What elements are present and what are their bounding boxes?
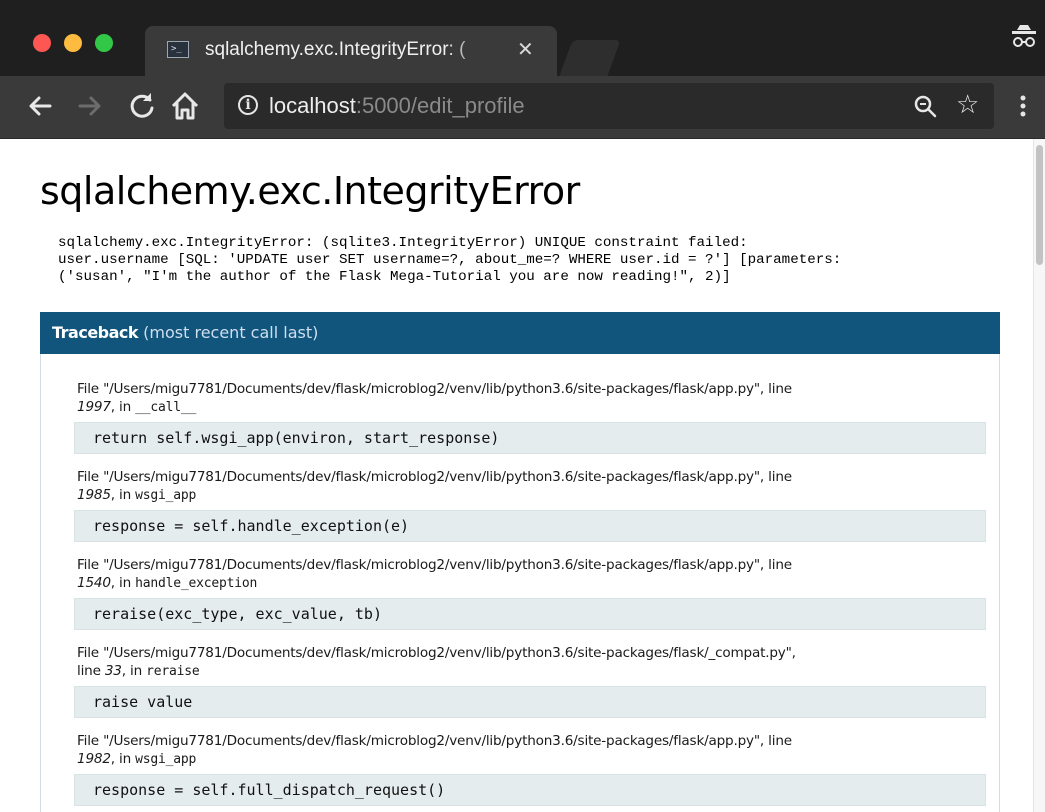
site-info-icon[interactable]: i [238, 95, 258, 115]
frame-file: File "/Users/migu7781/Documents/dev/flas… [77, 469, 792, 485]
zoom-magnifier-icon[interactable] [912, 93, 938, 119]
window-close-button[interactable] [33, 34, 51, 52]
frame-line-number: 1540 [77, 575, 111, 591]
frame-function: handle_exception [135, 576, 258, 591]
frame-function: wsgi_app [135, 752, 197, 767]
new-tab-button[interactable] [559, 40, 621, 76]
browser-tab-strip: >_ sqlalchemy.exc.IntegrityError: ( ✕ [0, 0, 1045, 76]
frame-location: File "/Users/migu7781/Documents/dev/flas… [77, 468, 957, 505]
frame-in-text: , in [110, 399, 136, 415]
frame-line-number: 1997 [77, 399, 111, 415]
bookmark-star-icon[interactable]: ☆ [956, 89, 979, 120]
back-arrow-icon[interactable] [22, 88, 58, 124]
error-message: sqlalchemy.exc.IntegrityError: (sqlite3.… [58, 235, 842, 285]
browser-tab-active[interactable]: >_ sqlalchemy.exc.IntegrityError: ( ✕ [145, 26, 557, 76]
frame-function: reraise [146, 664, 200, 679]
frame-location: File "/Users/migu7781/Documents/dev/flas… [77, 644, 957, 681]
frame-in-text: , in [121, 663, 147, 679]
frame-function: wsgi_app [135, 488, 197, 503]
traceback-header: Traceback (most recent call last) [40, 312, 1000, 354]
frame-file: File "/Users/migu7781/Documents/dev/flas… [77, 557, 792, 573]
browser-toolbar: i localhost:5000/edit_profile ☆ [0, 76, 1045, 139]
frame-code-line[interactable]: response = self.handle_exception(e) [74, 510, 986, 542]
url-text[interactable]: localhost:5000/edit_profile [269, 93, 525, 119]
page-scrollbar[interactable] [1033, 139, 1045, 812]
traceback-header-subtitle: (most recent call last) [143, 323, 319, 342]
url-path: :5000/edit_profile [355, 93, 525, 118]
page-content: sqlalchemy.exc.IntegrityError sqlalchemy… [8, 139, 1033, 812]
frame-location: File "/Users/migu7781/Documents/dev/flas… [77, 380, 957, 417]
tab-close-button[interactable]: ✕ [517, 37, 534, 62]
window-minimize-button[interactable] [64, 34, 82, 52]
frame-function: __call__ [135, 400, 197, 415]
traceback-frames: File "/Users/migu7781/Documents/dev/flas… [40, 354, 1000, 812]
frame-file: File "/Users/migu7781/Documents/dev/flas… [77, 733, 792, 749]
frame-line-prefix: line [77, 663, 105, 679]
reload-icon[interactable] [124, 88, 160, 124]
kebab-menu-icon[interactable] [1008, 88, 1038, 124]
frame-code-line[interactable]: raise value [74, 686, 986, 718]
frame-in-text: , in [110, 487, 136, 503]
frame-in-text: , in [110, 751, 136, 767]
frame-location: File "/Users/migu7781/Documents/dev/flas… [77, 732, 957, 769]
traceback-header-title: Traceback [52, 323, 139, 342]
frame-line-number: 1982 [77, 751, 111, 767]
frame-code-line[interactable]: reraise(exc_type, exc_value, tb) [74, 598, 986, 630]
terminal-favicon-icon: >_ [167, 41, 189, 58]
frame-file: File "/Users/migu7781/Documents/dev/flas… [77, 381, 792, 397]
home-icon[interactable] [167, 88, 203, 124]
incognito-icon[interactable] [1009, 22, 1039, 58]
frame-line-number: 33 [104, 663, 122, 679]
frame-code-line[interactable]: return self.wsgi_app(environ, start_resp… [74, 422, 986, 454]
frame-file: File "/Users/migu7781/Documents/dev/flas… [77, 645, 796, 661]
frame-in-text: , in [110, 575, 136, 591]
frame-code-line[interactable]: response = self.full_dispatch_request() [74, 774, 986, 806]
frame-line-number: 1985 [77, 487, 111, 503]
url-host: localhost [269, 93, 356, 118]
forward-arrow-icon[interactable] [72, 88, 108, 124]
frame-location: File "/Users/migu7781/Documents/dev/flas… [77, 556, 957, 593]
window-zoom-button[interactable] [95, 34, 113, 52]
scrollbar-thumb[interactable] [1036, 145, 1043, 265]
tab-title-fade [445, 31, 500, 69]
address-bar[interactable]: i localhost:5000/edit_profile ☆ [224, 83, 994, 129]
error-title: sqlalchemy.exc.IntegrityError [40, 169, 580, 213]
